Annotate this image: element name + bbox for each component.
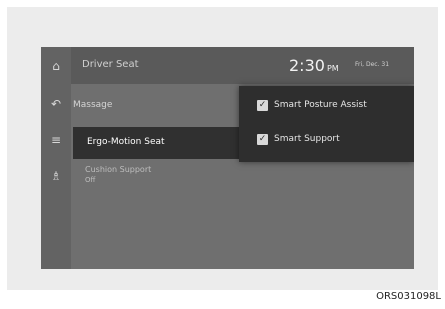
clock: 2:30 PM xyxy=(289,56,339,75)
submenu-item-label: Smart Posture Assist xyxy=(274,100,367,110)
menu-item-ergo-motion-seat[interactable]: Ergo-Motion Seat xyxy=(73,127,241,159)
checkbox-checked-icon[interactable]: ✓ xyxy=(257,134,268,145)
submenu-item-label: Smart Support xyxy=(274,134,340,144)
back-icon[interactable]: ↶ xyxy=(41,97,71,111)
cushion-support-value: Off xyxy=(85,176,96,184)
seat-icon[interactable]: ♗ xyxy=(41,169,71,183)
clock-time: 2:30 xyxy=(289,56,325,75)
menu-icon[interactable]: ≡ xyxy=(41,133,71,147)
clock-ampm: PM xyxy=(326,64,339,73)
home-icon[interactable]: ⌂ xyxy=(41,59,71,73)
left-rail: ⌂ ↶ ≡ ♗ xyxy=(41,47,71,269)
menu-item-cushion-support[interactable]: Cushion Support xyxy=(85,165,151,174)
date-label: Fri, Dec. 31 xyxy=(355,61,390,68)
infotainment-screen: ⌂ ↶ ≡ ♗ Driver Seat 2:30 PM Fri, Dec. 31 … xyxy=(41,47,414,269)
submenu-item-smart-support[interactable]: ✓ Smart Support xyxy=(239,126,414,158)
menu-item-massage[interactable]: Massage xyxy=(73,100,112,110)
figure-caption: ORS031098L xyxy=(376,291,441,302)
ergo-motion-submenu: ✓ Smart Posture Assist ✓ Smart Support xyxy=(239,86,414,162)
checkbox-checked-icon[interactable]: ✓ xyxy=(257,100,268,111)
page-title: Driver Seat xyxy=(82,59,139,70)
submenu-item-smart-posture-assist[interactable]: ✓ Smart Posture Assist xyxy=(239,92,414,124)
